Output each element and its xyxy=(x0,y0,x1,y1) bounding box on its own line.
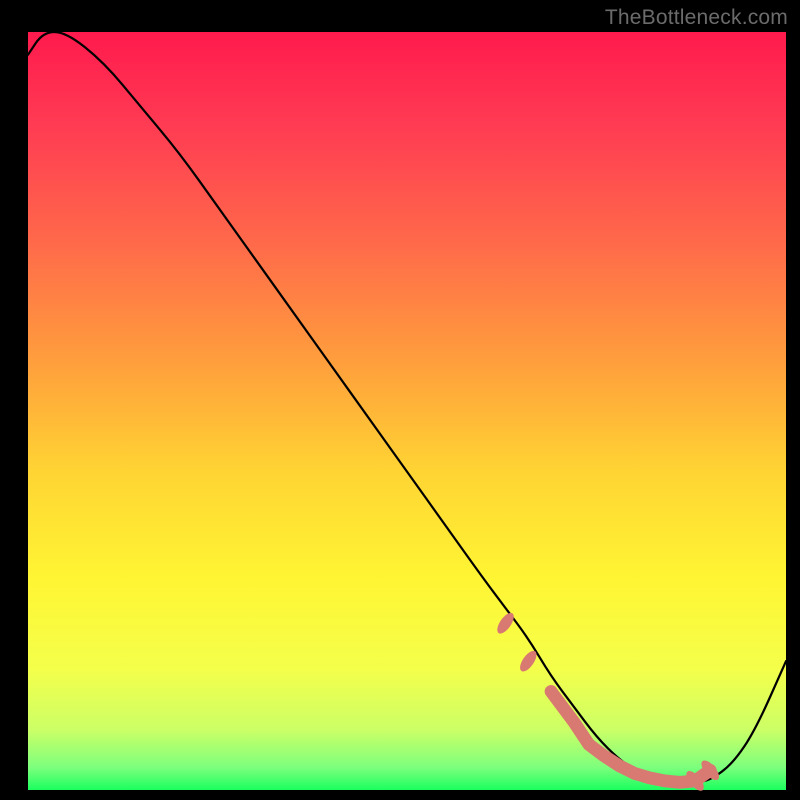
marker-dot xyxy=(546,686,557,697)
marker-dot xyxy=(674,777,685,788)
marker-dot xyxy=(583,739,594,750)
marker-dot xyxy=(629,768,640,779)
watermark-text: TheBottleneck.com xyxy=(605,6,788,30)
gradient-background xyxy=(28,32,786,790)
marker-dot xyxy=(659,775,670,786)
chart-container: TheBottleneck.com xyxy=(0,0,800,800)
marker-dot xyxy=(644,772,655,783)
marker-dot xyxy=(614,760,625,771)
marker-dot xyxy=(568,716,579,727)
marker-dot xyxy=(599,750,610,761)
bottleneck-curve-chart xyxy=(0,0,800,800)
